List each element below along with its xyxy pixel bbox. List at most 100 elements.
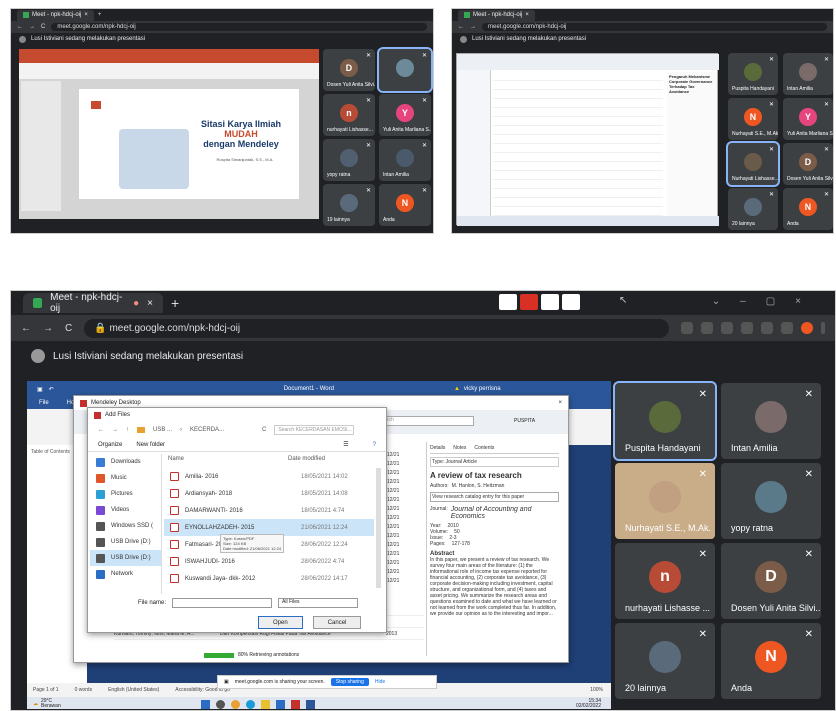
present-icon[interactable] xyxy=(541,294,559,310)
extension-icon[interactable] xyxy=(741,322,753,334)
participant-tile[interactable]: N ✕ Anda xyxy=(721,623,821,699)
participant-tile[interactable]: ✕ yopy ratna xyxy=(323,139,375,181)
col-date[interactable]: Date modified xyxy=(288,456,325,462)
participant-tile[interactable]: n ✕ nurhayati Lishasse... xyxy=(323,94,375,136)
participant-tile[interactable]: D ✕ Dosen Yuli Anita Silvi... xyxy=(323,49,375,91)
reload-icon[interactable]: C xyxy=(41,24,45,30)
file-row[interactable]: Amilia- 2016 18/05/2021 14:02 xyxy=(164,468,374,485)
menu-icon[interactable] xyxy=(821,322,825,334)
undo-icon[interactable]: ↶ xyxy=(49,386,54,393)
save-icon[interactable]: ▣ xyxy=(37,386,43,393)
browser-tab[interactable]: Meet - npk-hdcj-oij × xyxy=(17,9,94,21)
path-segment[interactable]: KECERDA... xyxy=(190,427,224,433)
forward-icon[interactable]: → xyxy=(470,24,476,30)
cancel-button[interactable]: Cancel xyxy=(312,616,362,629)
forward-icon[interactable]: → xyxy=(43,323,53,334)
participant-tile[interactable]: ✕ 19 lainnya xyxy=(323,184,375,226)
file-row[interactable]: DAMARWANTI- 2016 18/05/2021 4:74 xyxy=(164,502,374,519)
camera-icon[interactable] xyxy=(499,294,517,310)
forward-icon[interactable]: → xyxy=(29,24,35,30)
filename-input[interactable] xyxy=(172,598,273,608)
nav-item[interactable]: Downloads xyxy=(90,454,161,470)
forward-icon[interactable]: → xyxy=(112,427,118,433)
participant-tile[interactable]: N ✕ Nurhayati S.E., M.Ak. xyxy=(728,98,778,140)
star-icon[interactable] xyxy=(721,322,733,334)
nav-item[interactable]: USB Drive (D:) xyxy=(90,550,161,566)
open-button[interactable]: Open xyxy=(258,616,303,629)
participant-tile[interactable]: ✕ yopy ratna xyxy=(721,463,821,539)
settings-icon[interactable] xyxy=(562,294,580,310)
tab-notes[interactable]: Notes xyxy=(453,445,466,451)
back-icon[interactable]: ← xyxy=(17,24,23,30)
close-icon[interactable]: × xyxy=(558,400,562,406)
new-folder-button[interactable]: New folder xyxy=(136,442,165,448)
url-field[interactable]: meet.google.com/npk-hdcj-oij xyxy=(482,23,827,31)
file-row[interactable]: Ardiansyah- 2018 18/05/2021 14:08 xyxy=(164,485,374,502)
nav-item[interactable]: Windows SSD ( xyxy=(90,518,161,534)
back-icon[interactable]: ← xyxy=(458,24,464,30)
participant-tile[interactable]: D ✕ Dosen Yuli Anita Silvi... xyxy=(783,143,833,185)
type-field[interactable]: Type: Journal Article xyxy=(430,457,559,467)
browser-tab[interactable]: Meet - npk-hdcj-oij ● × xyxy=(23,292,163,314)
participant-tile[interactable]: ✕ Intan Amilia xyxy=(379,139,431,181)
store-icon[interactable] xyxy=(275,699,285,709)
menu-file[interactable]: File xyxy=(39,400,49,406)
close-icon[interactable]: × xyxy=(147,298,153,309)
nav-item[interactable]: USB Drive (D:) xyxy=(90,534,161,550)
participant-tile[interactable]: ✕ Intan Amilia xyxy=(721,383,821,459)
participant-tile[interactable]: ✕ Nurhayati Lishasse... xyxy=(726,141,780,187)
reload-icon[interactable]: C xyxy=(65,323,72,334)
back-icon[interactable]: ← xyxy=(21,323,31,334)
participant-tile[interactable]: N ✕ Anda xyxy=(379,184,431,226)
file-row[interactable]: ISWAHJUDI- 2016 28/06/2022 4:74 xyxy=(164,553,374,570)
mendeley-search[interactable]: Search xyxy=(374,416,474,426)
close-icon[interactable]: × xyxy=(84,12,88,18)
participant-tile[interactable]: n ✕ nurhayati Lishasse ... xyxy=(615,543,715,619)
hide-button[interactable]: Hide xyxy=(375,679,385,685)
url-field[interactable]: meet.google.com/npk-hdcj-oij xyxy=(51,23,427,31)
participant-tile[interactable]: ✕ Nurhayati S.E., M.Ak. xyxy=(615,463,715,539)
participant-tile[interactable]: ✕ Puspita Handayani xyxy=(728,53,778,95)
explorer-icon[interactable] xyxy=(260,699,270,709)
nav-item[interactable]: Pictures xyxy=(90,486,161,502)
view-icon[interactable]: ☰ xyxy=(343,441,348,448)
profile-avatar[interactable] xyxy=(801,322,813,334)
url-field[interactable]: 🔒 meet.google.com/npk-hdcj-oij xyxy=(84,318,669,338)
organize-button[interactable]: Organize xyxy=(98,442,122,448)
participant-tile[interactable]: Y ✕ Yuli Anita Marliana S... xyxy=(379,94,431,136)
search-icon[interactable] xyxy=(215,699,225,709)
filetype-select[interactable]: All Files xyxy=(278,598,359,608)
nav-item[interactable]: Videos xyxy=(90,502,161,518)
participant-tile[interactable]: D ✕ Dosen Yuli Anita Silvi... xyxy=(721,543,821,619)
nav-item[interactable]: Network xyxy=(90,566,161,582)
word-app-icon[interactable] xyxy=(305,699,315,709)
mic-off-icon[interactable] xyxy=(520,294,538,310)
puzzle-icon[interactable] xyxy=(761,322,773,334)
path-segment[interactable]: USB ... xyxy=(153,427,172,433)
scrollbar[interactable] xyxy=(376,468,381,588)
install-icon[interactable] xyxy=(681,322,693,334)
col-name[interactable]: Name xyxy=(168,456,288,462)
tab-contents[interactable]: Contents xyxy=(474,445,494,451)
nav-item[interactable]: Music xyxy=(90,470,161,486)
new-tab-icon[interactable]: + xyxy=(98,12,102,18)
close-icon[interactable]: × xyxy=(525,12,529,18)
participant-tile[interactable]: ✕ 20 lainnya xyxy=(728,188,778,230)
help-icon[interactable]: ? xyxy=(373,442,376,448)
participant-tile[interactable]: ✕ Puspita Handayani xyxy=(613,381,717,461)
view-catalog-button[interactable]: View research catalog entry for this pap… xyxy=(430,492,559,502)
browser-tab[interactable]: Meet - npk-hdcj-oij × xyxy=(458,9,535,21)
share-icon[interactable] xyxy=(701,322,713,334)
participant-tile[interactable]: Y ✕ Yuli Anita Marliana S... xyxy=(783,98,833,140)
up-icon[interactable]: ↑ xyxy=(126,427,129,433)
back-icon[interactable]: ← xyxy=(98,427,104,433)
participant-tile[interactable]: ✕ xyxy=(377,47,433,93)
tab-details[interactable]: Details xyxy=(430,445,445,451)
sidebar-icon[interactable] xyxy=(781,322,793,334)
file-row[interactable]: Kuswandi Jaya- dkk- 2012 28/06/2022 14:17 xyxy=(164,570,374,587)
stop-sharing-button[interactable]: Stop sharing xyxy=(330,678,369,686)
mendeley-app-icon[interactable] xyxy=(290,699,300,709)
participant-tile[interactable]: ✕ 20 lainnya xyxy=(615,623,715,699)
refresh-icon[interactable]: C xyxy=(262,427,266,433)
edge-icon[interactable] xyxy=(245,699,255,709)
